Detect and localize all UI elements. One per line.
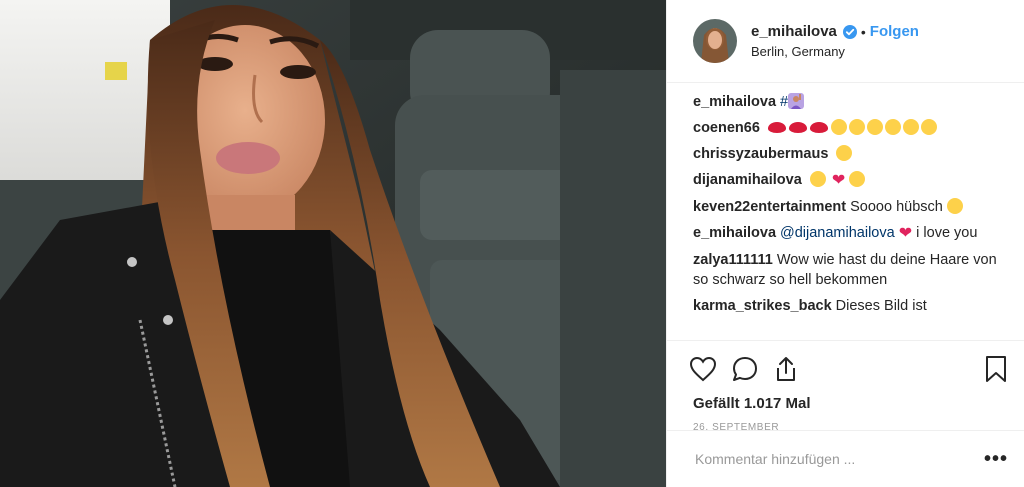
comment-item: zalya111111 Wow wie hast du deine Haare v… (693, 250, 1008, 290)
heart-eyes-icon (809, 171, 826, 187)
header-text: e_mihailova • Folgen Berlin, Germany (751, 23, 919, 59)
kiss-wink-icon (920, 119, 937, 135)
heart-eyes-icon (830, 119, 847, 135)
mention-link[interactable]: @dijanamihailova (780, 225, 895, 241)
post-header: e_mihailova • Folgen Berlin, Germany (667, 0, 1024, 83)
comment-username[interactable]: e_mihailova (693, 225, 776, 241)
comment-item: e_mihailova # (693, 92, 1008, 112)
smile-icon (946, 198, 963, 214)
author-username[interactable]: e_mihailova (751, 23, 837, 40)
red-heart-icon: ❤ (898, 225, 913, 242)
heart-eyes-icon (848, 119, 865, 135)
share-icon[interactable] (773, 355, 799, 383)
comment-username[interactable]: chrissyzaubermaus (693, 146, 828, 162)
action-icons (667, 341, 1024, 389)
comment-item: keven22entertainment Soooo hübsch (693, 197, 1008, 217)
comment-username[interactable]: e_mihailova (693, 94, 776, 110)
post-location[interactable]: Berlin, Germany (751, 44, 919, 59)
comment-username[interactable]: dijanamihailova (693, 172, 802, 188)
comment-item: chrissyzaubermaus (693, 144, 1008, 164)
add-comment-bar: ••• (667, 430, 1024, 487)
comment-text: Soooo hübsch (850, 199, 943, 215)
heart-eyes-icon (836, 145, 853, 161)
comment-item: coenen66 (693, 118, 1008, 138)
selfie-in-car-image (0, 0, 666, 487)
comment-text: Dieses Bild ist (835, 298, 927, 314)
comment-text: i love you (916, 225, 978, 241)
verified-badge-icon (842, 24, 857, 39)
lips-icon (788, 122, 807, 133)
comment-item: e_mihailova @dijanamihailova ❤ i love you (693, 223, 1008, 244)
comment-username[interactable]: coenen66 (693, 120, 760, 136)
separator-dot: • (860, 23, 866, 40)
likes-count[interactable]: Gefällt 1.017 Mal (667, 395, 1024, 412)
post-sidebar: e_mihailova • Folgen Berlin, Germany e_m… (666, 0, 1024, 487)
heart-eyes-icon (866, 119, 883, 135)
instagram-post: e_mihailova • Folgen Berlin, Germany e_m… (0, 0, 1024, 487)
comment-username[interactable]: karma_strikes_back (693, 298, 832, 314)
kiss-wink-icon (884, 119, 901, 135)
post-actions: Gefällt 1.017 Mal 26. SEPTEMBER (667, 340, 1024, 433)
red-heart-icon: ❤ (831, 172, 846, 189)
comment-bubble-icon[interactable] (731, 355, 759, 383)
follow-button[interactable]: Folgen (870, 23, 919, 40)
woman-raising-hand-icon (788, 93, 805, 109)
author-line: e_mihailova • Folgen (751, 23, 919, 40)
heart-outline-icon[interactable] (689, 356, 717, 382)
comment-item: dijanamihailova ❤ (693, 170, 1008, 191)
comment-item: karma_strikes_back Dieses Bild ist (693, 296, 1008, 316)
post-photo[interactable] (0, 0, 666, 487)
more-dots-icon[interactable]: ••• (984, 448, 1008, 471)
kiss-wink-icon (849, 171, 866, 187)
lips-icon (809, 122, 828, 133)
comments-list[interactable]: e_mihailova # coenen66 chrissyzaubermaus … (693, 92, 1008, 340)
comment-username[interactable]: zalya111111 (693, 252, 773, 268)
kiss-wink-icon (902, 119, 919, 135)
bookmark-icon[interactable] (984, 355, 1008, 383)
comment-username[interactable]: keven22entertainment (693, 199, 846, 215)
author-avatar[interactable] (693, 19, 737, 63)
hashtag-text[interactable]: # (780, 94, 788, 110)
lips-icon (767, 122, 786, 133)
comment-input[interactable] (693, 450, 984, 468)
